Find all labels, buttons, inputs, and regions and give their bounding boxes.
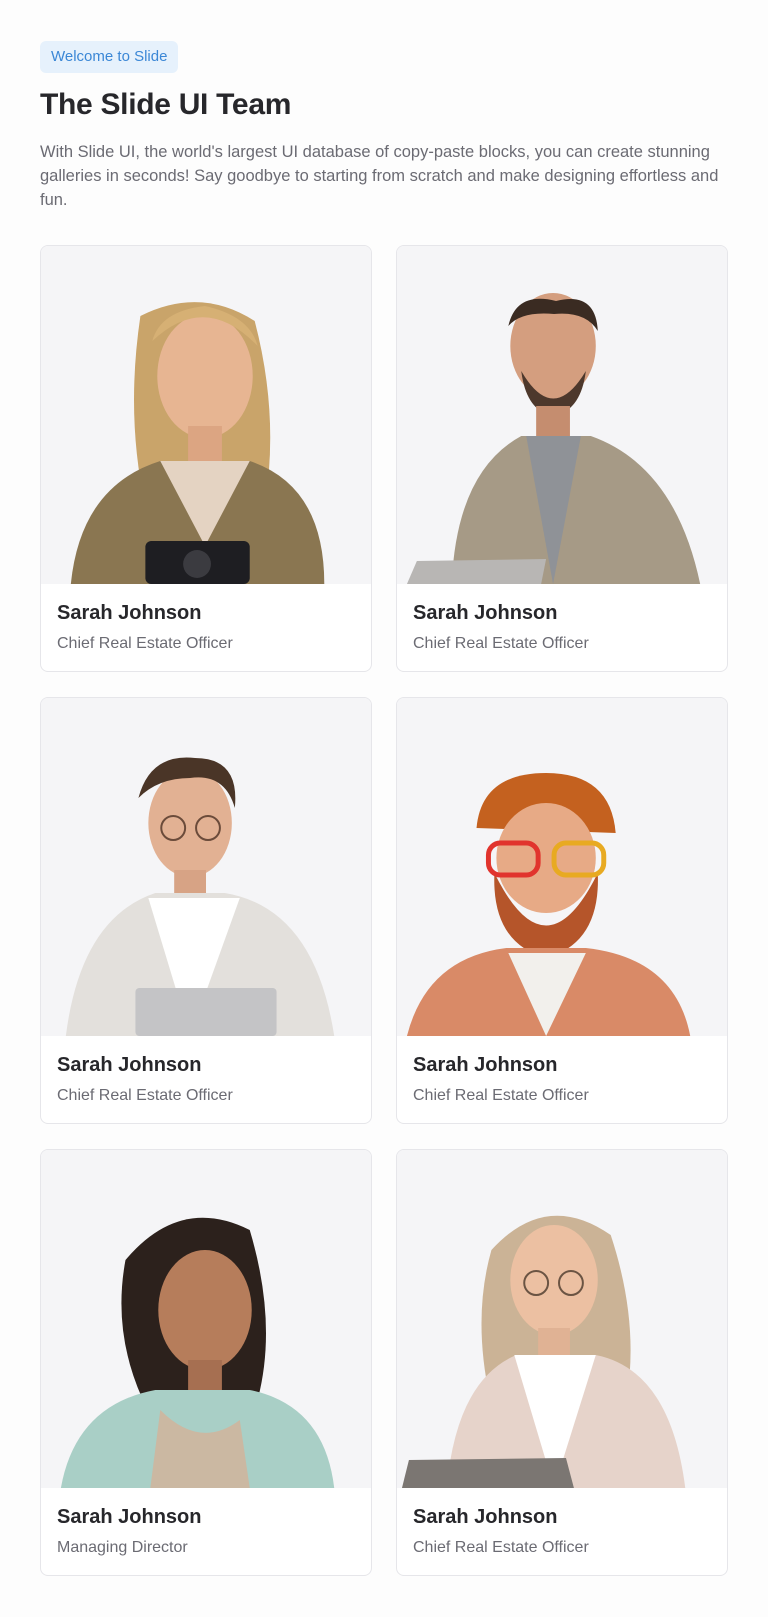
team-card[interactable]: Sarah Johnson Chief Real Estate Officer (40, 245, 372, 672)
team-card[interactable]: Sarah Johnson Chief Real Estate Officer (396, 697, 728, 1124)
team-member-role: Chief Real Estate Officer (57, 1087, 233, 1104)
team-member-name: Sarah Johnson (413, 1506, 558, 1528)
team-card[interactable]: Sarah Johnson Managing Director (40, 1149, 372, 1576)
team-member-name: Sarah Johnson (413, 1054, 558, 1076)
team-member-photo (397, 246, 727, 584)
team-member-role: Chief Real Estate Officer (57, 635, 233, 652)
team-member-name: Sarah Johnson (57, 1506, 202, 1528)
team-member-name: Sarah Johnson (413, 602, 558, 624)
team-member-name: Sarah Johnson (57, 1054, 202, 1076)
team-member-photo (41, 1150, 371, 1488)
page-description: With Slide UI, the world's largest UI da… (40, 143, 719, 209)
team-card[interactable]: Sarah Johnson Chief Real Estate Officer (396, 1149, 728, 1576)
team-grid: Sarah Johnson Chief Real Estate Officer … (40, 245, 728, 1576)
team-member-name: Sarah Johnson (57, 602, 202, 624)
team-member-photo (397, 1150, 727, 1488)
team-member-photo (41, 698, 371, 1036)
team-member-photo (41, 246, 371, 584)
team-member-role: Managing Director (57, 1539, 188, 1556)
team-member-role: Chief Real Estate Officer (413, 635, 589, 652)
team-member-role: Chief Real Estate Officer (413, 1087, 589, 1104)
team-member-photo (397, 698, 727, 1036)
team-member-role: Chief Real Estate Officer (413, 1539, 589, 1556)
page-title: The Slide UI Team (40, 88, 292, 121)
welcome-badge: Welcome to Slide (40, 41, 179, 73)
team-card[interactable]: Sarah Johnson Chief Real Estate Officer (40, 697, 372, 1124)
team-card[interactable]: Sarah Johnson Chief Real Estate Officer (396, 245, 728, 672)
